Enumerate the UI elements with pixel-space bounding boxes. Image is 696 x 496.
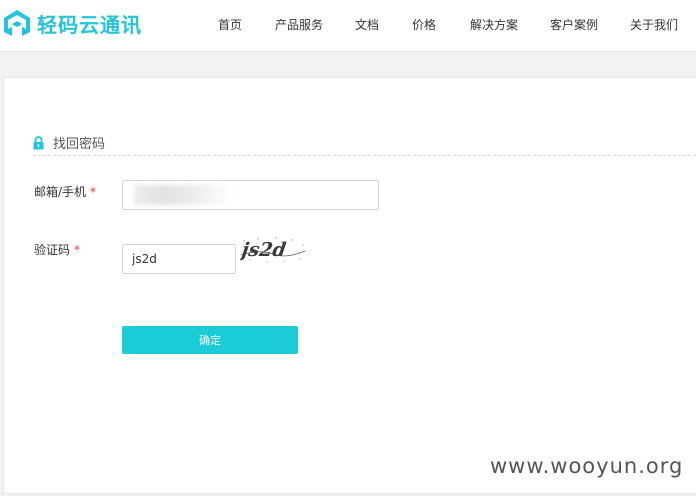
captcha-input[interactable] <box>122 244 236 274</box>
code-label: 验证码 * <box>34 241 80 258</box>
nav-item-home[interactable]: 首页 <box>218 16 242 33</box>
required-mark: * <box>74 243 81 257</box>
main-nav: 首页 产品服务 文档 价格 解决方案 客户案例 关于我们 <box>0 16 696 34</box>
nav-item-docs[interactable]: 文档 <box>355 16 379 33</box>
account-label-text: 邮箱/手机 <box>34 185 87 199</box>
watermark-text: www.wooyun.org <box>490 454 684 478</box>
submit-button[interactable]: 确定 <box>122 326 298 354</box>
required-mark: * <box>90 185 97 199</box>
section-divider <box>33 155 696 156</box>
captcha-image[interactable]: js2d <box>240 235 306 265</box>
section-header: 找回密码 <box>33 133 105 152</box>
nav-item-pricing[interactable]: 价格 <box>412 16 436 33</box>
nav-item-solutions[interactable]: 解决方案 <box>470 16 518 33</box>
top-header: 轻码云通讯 首页 产品服务 文档 价格 解决方案 客户案例 关于我们 <box>0 0 696 52</box>
account-label: 邮箱/手机 * <box>34 183 96 200</box>
nav-item-cases[interactable]: 客户案例 <box>550 16 598 33</box>
page-title: 找回密码 <box>53 137 106 152</box>
nav-item-products[interactable]: 产品服务 <box>275 16 323 33</box>
captcha-text: js2d <box>240 238 288 261</box>
lock-icon <box>33 135 44 149</box>
nav-item-about[interactable]: 关于我们 <box>630 16 678 33</box>
account-input[interactable] <box>122 180 379 210</box>
code-label-text: 验证码 <box>34 243 71 257</box>
form-panel <box>3 77 696 494</box>
